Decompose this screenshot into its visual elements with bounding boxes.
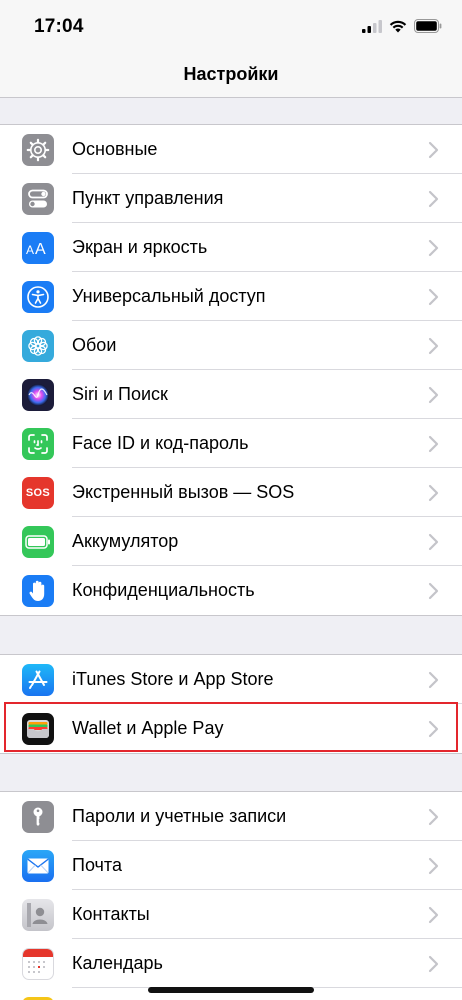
- chevron-right-icon: [428, 288, 439, 306]
- settings-row-label: Экран и яркость: [72, 237, 208, 257]
- chevron-right-icon: [428, 484, 439, 502]
- status-bar: 17:04: [0, 0, 462, 52]
- battery-icon: [22, 526, 54, 558]
- settings-row-label: Siri и Поиск: [72, 384, 168, 404]
- page-title: Настройки: [183, 64, 279, 84]
- settings-row-label: Пункт управления: [72, 188, 224, 208]
- flower-icon: [22, 330, 54, 362]
- chevron-right-icon: [428, 386, 439, 404]
- chevron-right-icon: [428, 190, 439, 208]
- chevron-right-icon: [428, 435, 439, 453]
- chevron-right-icon: [428, 533, 439, 551]
- chevron-right-icon: [428, 582, 439, 600]
- contacts-icon: [22, 899, 54, 931]
- settings-row-wallpaper[interactable]: Обои: [0, 321, 462, 370]
- settings-group-stores: iTunes Store и App Store Wallet и Apple …: [0, 654, 462, 754]
- settings-row-control-center[interactable]: Пункт управления: [0, 174, 462, 223]
- text-size-icon: A A: [22, 232, 54, 264]
- settings-group-accounts: Пароли и учетные записи Почта Контакты К…: [0, 791, 462, 1000]
- settings-row-calendar[interactable]: Календарь: [0, 939, 462, 988]
- settings-row-mail[interactable]: Почта: [0, 841, 462, 890]
- settings-row-face-id[interactable]: Face ID и код-пароль: [0, 419, 462, 468]
- calendar-icon: [22, 948, 54, 980]
- settings-row-contacts[interactable]: Контакты: [0, 890, 462, 939]
- chevron-right-icon: [428, 720, 439, 738]
- chevron-right-icon: [428, 239, 439, 257]
- settings-row-emergency-sos[interactable]: SOS Экстренный вызов — SOS: [0, 468, 462, 517]
- chevron-right-icon: [428, 337, 439, 355]
- chevron-right-icon: [428, 857, 439, 875]
- chevron-right-icon: [428, 808, 439, 826]
- siri-icon: [22, 379, 54, 411]
- chevron-right-icon: [428, 906, 439, 924]
- svg-text:A: A: [26, 243, 34, 257]
- svg-text:A: A: [35, 241, 46, 258]
- settings-row-label: Face ID и код-пароль: [72, 433, 249, 453]
- settings-row-label: Почта: [72, 855, 122, 875]
- status-icons: [362, 19, 442, 33]
- settings-group-general: Основные Пункт управления A A Экран и яр…: [0, 124, 462, 616]
- settings-row-label: Календарь: [72, 953, 163, 973]
- status-time: 17:04: [34, 16, 84, 37]
- wallet-icon: [22, 713, 54, 745]
- hand-icon: [22, 575, 54, 607]
- settings-row-label: Универсальный доступ: [72, 286, 266, 306]
- app-store-icon: [22, 664, 54, 696]
- toggles-icon: [22, 183, 54, 215]
- settings-row-app-store[interactable]: iTunes Store и App Store: [0, 655, 462, 704]
- settings-row-display[interactable]: A A Экран и яркость: [0, 223, 462, 272]
- navigation-bar: Настройки: [0, 52, 462, 98]
- settings-row-passwords[interactable]: Пароли и учетные записи: [0, 792, 462, 841]
- settings-row-battery[interactable]: Аккумулятор: [0, 517, 462, 566]
- mail-icon: [22, 850, 54, 882]
- settings-row-label: iTunes Store и App Store: [72, 669, 274, 689]
- settings-row-label: Основные: [72, 139, 158, 159]
- settings-row-accessibility[interactable]: Универсальный доступ: [0, 272, 462, 321]
- accessibility-icon: [22, 281, 54, 313]
- settings-row-general[interactable]: Основные: [0, 125, 462, 174]
- settings-row-label: Обои: [72, 335, 117, 355]
- settings-row-label: Wallet и Apple Pay: [72, 718, 224, 738]
- settings-row-label: Конфиденциальность: [72, 580, 255, 600]
- gear-icon: [22, 134, 54, 166]
- settings-row-label: Контакты: [72, 904, 150, 924]
- settings-row-label: Экстренный вызов — SOS: [72, 482, 295, 502]
- settings-row-siri[interactable]: Siri и Поиск: [0, 370, 462, 419]
- settings-row-privacy[interactable]: Конфиденциальность: [0, 566, 462, 615]
- battery-icon: [414, 19, 442, 33]
- sos-icon: SOS: [22, 477, 54, 509]
- face-id-icon: [22, 428, 54, 460]
- sos-icon-text: SOS: [25, 487, 51, 499]
- settings-row-label: Аккумулятор: [72, 531, 179, 551]
- cellular-signal-icon: [362, 19, 382, 33]
- chevron-right-icon: [428, 955, 439, 973]
- wifi-icon: [389, 20, 407, 32]
- chevron-right-icon: [428, 141, 439, 159]
- key-icon: [22, 801, 54, 833]
- chevron-right-icon: [428, 671, 439, 689]
- settings-row-label: Пароли и учетные записи: [72, 806, 287, 826]
- home-indicator[interactable]: [148, 987, 314, 993]
- settings-row-wallet[interactable]: Wallet и Apple Pay: [0, 704, 462, 753]
